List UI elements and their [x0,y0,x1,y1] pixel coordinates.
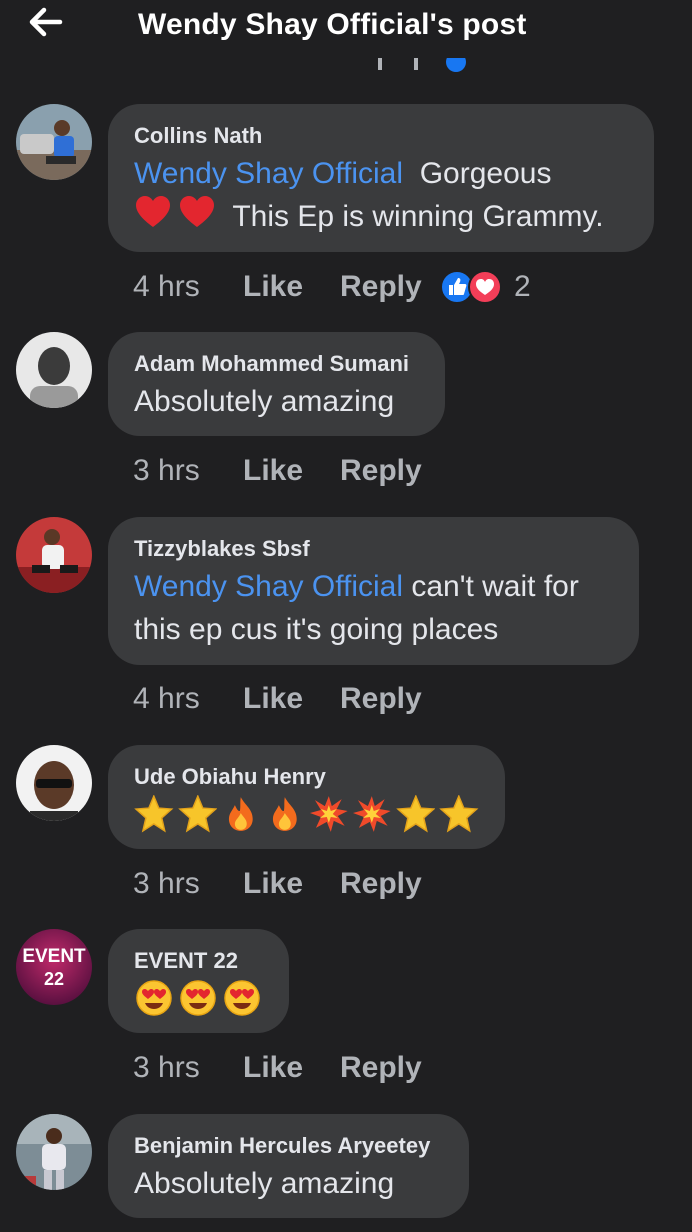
comment-text: Absolutely amazing [134,385,395,418]
comment-text-line1: can't wait for [411,570,579,603]
comment-time[interactable]: 3 hrs [133,454,243,488]
comment-time[interactable]: 3 hrs [133,1051,243,1085]
reply-button[interactable]: Reply [340,682,440,716]
avatar[interactable] [16,1114,92,1190]
like-button[interactable]: Like [243,867,340,901]
avatar-text-bottom: 22 [44,969,64,989]
heart-eyes-icon [136,980,172,1016]
comment-author[interactable]: Collins Nath [134,122,628,150]
comment-text-line2: this ep cus it's going places [134,613,499,646]
comment-text-line1: Gorgeous [419,157,552,190]
comment-actions: 3 hrs Like Reply [133,864,440,904]
comment-author[interactable]: Ude Obiahu Henry [134,763,479,791]
heart-eyes-icon [224,980,260,1016]
back-button[interactable] [26,4,66,40]
collision-icon [353,796,391,832]
reply-button[interactable]: Reply [340,1051,440,1085]
avatar[interactable] [16,104,92,180]
comment-author[interactable]: Tizzyblakes Sbsf [134,535,613,563]
star-icon [134,795,174,833]
comment-actions: 3 hrs Like Reply [133,451,440,491]
comment-bubble[interactable]: EVENT 22 [108,929,289,1033]
fire-icon [229,797,253,831]
comment-bubble[interactable]: Benjamin Hercules Aryeetey Absolutely am… [108,1114,469,1218]
avatar[interactable] [16,517,92,593]
red-heart-icon [134,195,172,241]
avatar[interactable] [16,332,92,408]
avatar[interactable]: EVENT 22 [16,929,92,1005]
love-reaction-icon [468,270,502,304]
comment-actions: 4 hrs Like Reply [133,679,440,719]
star-icon [395,795,436,833]
comment-author[interactable]: Benjamin Hercules Aryeetey [134,1132,443,1160]
mention-link[interactable]: Wendy Shay Official [134,157,403,190]
mention-link[interactable]: Wendy Shay Official [134,570,403,603]
previous-comment-remnant [370,58,490,80]
top-bar: Wendy Shay Official's post [0,0,692,54]
reaction-summary[interactable]: 2 [440,270,531,304]
fire-icon [272,797,297,831]
like-button[interactable]: Like [243,1051,340,1085]
comment-actions: 4 hrs Like Reply 2 [133,267,531,307]
comment-text: Wendy Shay Official Gorgeous This Ep is … [134,152,628,241]
like-button[interactable]: Like [243,270,340,304]
post-comments-screen: Wendy Shay Official's post Collins Nath … [0,0,692,1232]
comment-time[interactable]: 3 hrs [133,867,243,901]
page-title: Wendy Shay Official's post [138,8,527,41]
reply-button[interactable]: Reply [340,454,440,488]
star-icon [439,795,479,833]
comment-bubble[interactable]: Ude Obiahu Henry [108,745,505,849]
comment-time[interactable]: 4 hrs [133,682,243,716]
star-icon [177,795,218,833]
comment-text: Absolutely amazing [134,1167,395,1200]
reaction-count: 2 [514,270,531,303]
reply-button[interactable]: Reply [340,270,440,304]
red-heart-icon [178,195,216,241]
avatar-text-top: EVENT [22,946,86,967]
comment-author[interactable]: EVENT 22 [134,947,263,975]
comment-time[interactable]: 4 hrs [133,270,243,304]
emoji-row [134,979,263,1017]
comment-bubble[interactable]: Collins Nath Wendy Shay Official Gorgeou… [108,104,654,252]
arrow-left-icon [29,7,63,37]
comment-text: Wendy Shay Official can't wait for this … [134,565,613,651]
like-button[interactable]: Like [243,682,340,716]
like-button[interactable]: Like [243,454,340,488]
emoji-row [134,795,479,833]
comment-bubble[interactable]: Tizzyblakes Sbsf Wendy Shay Official can… [108,517,639,665]
comment-author[interactable]: Adam Mohammed Sumani [134,350,419,378]
comment-actions: 3 hrs Like Reply [133,1048,440,1088]
comment-bubble[interactable]: Adam Mohammed Sumani Absolutely amazing [108,332,445,436]
heart-eyes-icon [180,980,216,1016]
collision-icon [309,796,348,832]
avatar[interactable] [16,745,92,821]
comment-text-line2: This Ep is winning Grammy. [232,200,604,233]
reply-button[interactable]: Reply [340,867,440,901]
